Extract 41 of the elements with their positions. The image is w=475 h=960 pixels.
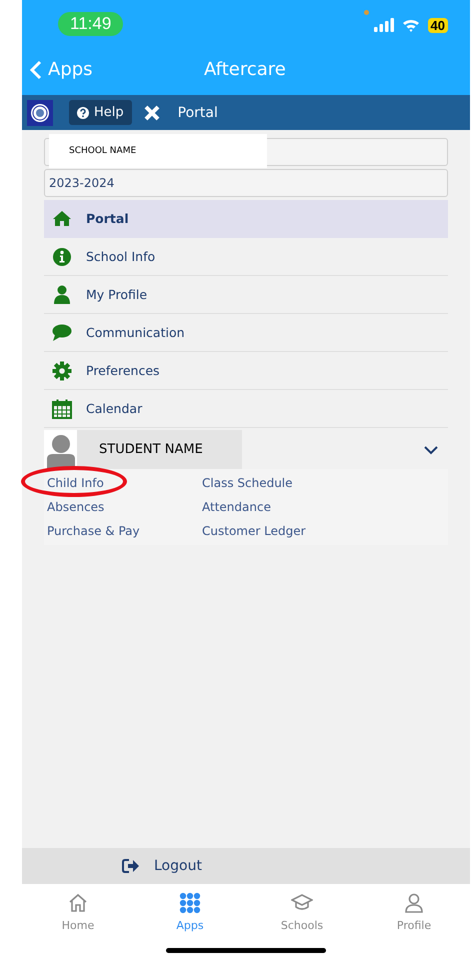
home-icon — [67, 892, 89, 914]
battery-level: 40 — [428, 18, 448, 32]
home-icon — [52, 208, 72, 228]
privacy-dot — [364, 10, 369, 15]
student-link[interactable]: Customer Ledger — [202, 521, 445, 542]
help-button[interactable]: Help — [69, 100, 132, 125]
speech-bubble-icon — [52, 322, 72, 342]
student-link[interactable]: Class Schedule — [202, 473, 445, 494]
student-selector[interactable]: STUDENT NAME — [44, 428, 448, 469]
student-name: STUDENT NAME — [77, 430, 242, 469]
school-logo-icon — [27, 100, 53, 126]
menu-item[interactable]: My Profile — [44, 276, 448, 314]
clock-time: 11:49 — [58, 12, 124, 36]
school-name: SCHOOL NAME — [49, 134, 267, 168]
menu-item[interactable]: Communication — [44, 314, 448, 352]
page-title: Aftercare — [204, 59, 286, 80]
avatar-icon — [44, 430, 77, 469]
year-field[interactable]: 2023-2024 — [44, 169, 448, 197]
wifi-icon — [402, 18, 420, 32]
chevron-left-icon — [30, 60, 42, 80]
person-icon — [52, 284, 72, 304]
student-link[interactable]: Purchase & Pay — [47, 521, 202, 542]
chevron-down-icon — [424, 444, 438, 454]
grid-icon — [179, 892, 201, 914]
menu-item[interactable]: Calendar — [44, 390, 448, 428]
menu-item[interactable]: Preferences — [44, 352, 448, 390]
person-icon — [403, 892, 425, 914]
section-title: Portal — [178, 104, 218, 120]
logout-button[interactable]: Logout — [22, 848, 470, 884]
gear-icon — [52, 360, 72, 380]
question-icon — [77, 106, 89, 118]
signal-icon — [374, 18, 394, 32]
close-icon — [144, 104, 160, 120]
info-icon — [52, 246, 72, 266]
sign-out-icon — [122, 858, 140, 874]
student-link[interactable]: Child Info — [47, 473, 202, 494]
calendar-icon — [52, 398, 72, 418]
menu-item[interactable]: School Info — [44, 238, 448, 276]
student-link[interactable]: Absences — [47, 497, 202, 518]
menu-item[interactable]: Portal — [44, 200, 448, 238]
student-link[interactable]: Attendance — [202, 497, 445, 518]
